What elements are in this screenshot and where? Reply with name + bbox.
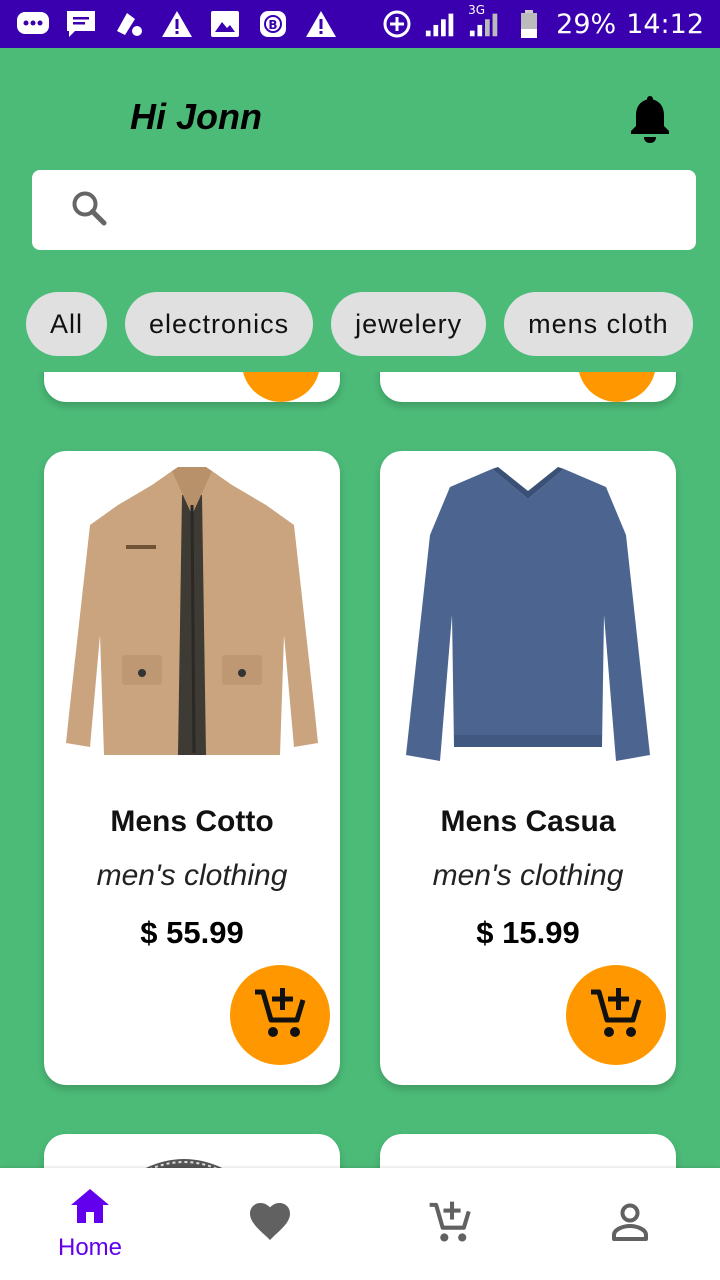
product-category: men's clothing	[96, 859, 288, 892]
signal-icon	[424, 9, 458, 39]
product-image-partial	[134, 1152, 234, 1168]
status-bar: B 3G 29% 14:12	[0, 0, 720, 48]
chip-jewelery[interactable]: jewelery	[331, 292, 487, 356]
product-title: Mens Cotto	[110, 805, 274, 838]
add-cart-icon	[428, 1200, 472, 1249]
notification-icons: B	[16, 9, 338, 39]
bell-icon[interactable]	[626, 92, 674, 146]
sms-icon	[64, 9, 98, 39]
product-card[interactable]: Mens Cotto men's clothing $ 55.99	[44, 451, 340, 1085]
heart-icon	[248, 1202, 292, 1247]
home-icon	[69, 1187, 111, 1230]
system-status: 3G 29% 14:12	[380, 3, 704, 40]
nav-home-label: Home	[57, 1233, 123, 1261]
search-icon	[70, 189, 108, 232]
search-input[interactable]	[124, 194, 644, 226]
warning-icon	[160, 9, 194, 39]
greeting-title: Hi Jonn	[130, 96, 262, 137]
image-icon	[208, 9, 242, 39]
chip-electronics[interactable]: electronics	[125, 292, 314, 356]
product-card-partial[interactable]	[380, 1134, 676, 1168]
nav-favorites[interactable]	[180, 1168, 360, 1280]
product-card-partial[interactable]	[44, 1134, 340, 1168]
person-icon	[610, 1202, 650, 1247]
network-type: 3G	[468, 3, 486, 17]
category-chips: All electronics jewelery mens cloth	[26, 292, 720, 356]
product-card-partial[interactable]	[44, 372, 340, 402]
data-saver-icon	[380, 9, 414, 39]
add-cart-icon	[589, 986, 643, 1045]
add-to-cart-button[interactable]	[566, 965, 666, 1065]
paint-icon	[112, 9, 146, 39]
add-to-cart-button[interactable]	[242, 372, 320, 402]
product-grid[interactable]: Mens Cotto men's clothing $ 55.99 Mens C…	[0, 372, 720, 1168]
message-icon	[16, 9, 50, 39]
product-price: $ 55.99	[140, 915, 244, 950]
svg-text:B: B	[268, 18, 277, 32]
long-sleeve-shirt-image	[392, 465, 664, 765]
add-cart-icon	[253, 986, 307, 1045]
nav-cart[interactable]	[360, 1168, 540, 1280]
clock: 14:12	[626, 8, 704, 40]
product-card[interactable]: Mens Casua men's clothing $ 15.99	[380, 451, 676, 1085]
jacket-image	[56, 465, 328, 765]
product-title: Mens Casua	[440, 805, 616, 838]
nav-profile[interactable]	[540, 1168, 720, 1280]
add-to-cart-button[interactable]	[578, 372, 656, 402]
battery-icon	[512, 9, 546, 39]
nav-home[interactable]: Home	[0, 1168, 180, 1280]
battery-percentage: 29%	[556, 8, 617, 40]
signal-3g-icon: 3G	[468, 3, 502, 39]
add-to-cart-button[interactable]	[230, 965, 330, 1065]
bottom-navigation: Home	[0, 1168, 720, 1280]
product-price: $ 15.99	[476, 915, 580, 950]
search-bar[interactable]	[32, 170, 696, 250]
warning-icon	[304, 9, 338, 39]
product-card-partial[interactable]	[380, 372, 676, 402]
b-icon: B	[256, 9, 290, 39]
chip-mens-clothing[interactable]: mens cloth	[504, 292, 693, 356]
product-category: men's clothing	[432, 859, 624, 892]
chip-all[interactable]: All	[26, 292, 108, 356]
